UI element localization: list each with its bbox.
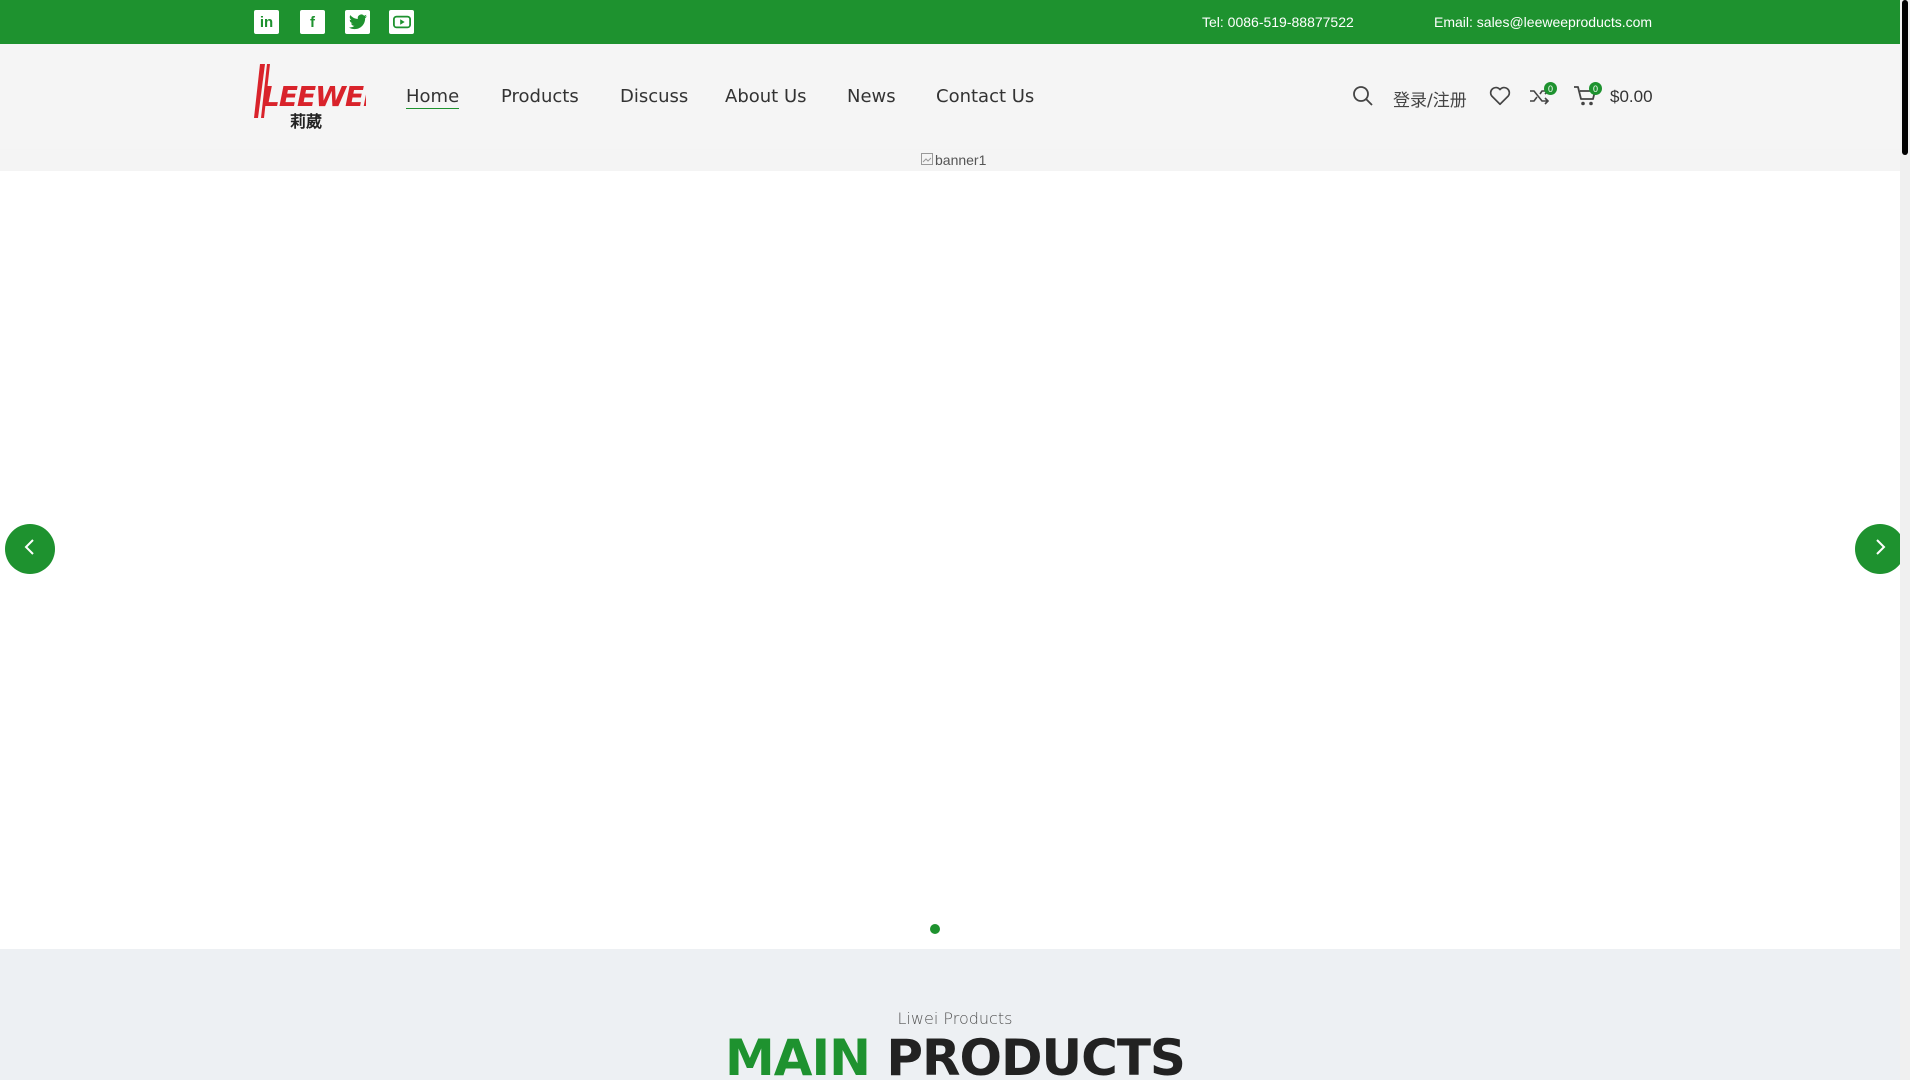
broken-image-icon <box>921 152 933 168</box>
nav-products[interactable]: Products <box>501 86 579 107</box>
chevron-right-icon <box>1873 537 1887 562</box>
header: LEEWEE 莉葳 Home Products Discuss About Us… <box>0 44 1910 149</box>
section-subtitle: Liwei Products <box>897 1009 1013 1028</box>
logo-cn-text: 莉葳 <box>290 112 322 130</box>
cart-total[interactable]: $0.00 <box>1610 87 1653 107</box>
section-title-green: MAIN <box>725 1029 871 1080</box>
tel-text: Tel: 0086-519-88877522 <box>1202 14 1354 30</box>
page: in f Tel: 0086-519-88877522 Email: sales… <box>0 0 1910 1080</box>
site-logo[interactable]: LEEWEE 莉葳 <box>254 64 383 131</box>
banner-slider <box>0 171 1910 949</box>
page-scrollbar[interactable] <box>1900 0 1910 1080</box>
banner-alt-text: banner1 <box>935 152 987 168</box>
logo-text: LEEWEE <box>262 80 366 113</box>
nav-home[interactable]: Home <box>406 86 460 109</box>
slider-prev-button[interactable] <box>5 524 55 574</box>
search-icon[interactable] <box>1352 85 1374 112</box>
nav-about-us[interactable]: About Us <box>725 86 807 107</box>
slider-next-button[interactable] <box>1855 524 1905 574</box>
slider-dot-1[interactable] <box>930 924 940 934</box>
cart-count-badge: 0 <box>1589 82 1602 95</box>
twitter-icon[interactable] <box>345 10 370 34</box>
email-text[interactable]: Email: sales@leeweeproducts.com <box>1434 14 1652 30</box>
login-register-link[interactable]: 登录/注册 <box>1393 86 1467 111</box>
linkedin-icon[interactable]: in <box>254 10 279 34</box>
top-bar: in f Tel: 0086-519-88877522 Email: sales… <box>0 0 1910 44</box>
chevron-left-icon <box>23 537 37 562</box>
scrollbar-thumb[interactable] <box>1902 0 1908 155</box>
compare-count-badge: 0 <box>1544 82 1557 95</box>
facebook-icon[interactable]: f <box>300 10 325 34</box>
wishlist-heart-icon[interactable] <box>1489 85 1511 112</box>
section-title-dark: PRODUCTS <box>886 1029 1186 1080</box>
banner-image-broken: banner1 <box>921 152 986 168</box>
nav-discuss[interactable]: Discuss <box>620 86 688 107</box>
nav-contact-us[interactable]: Contact Us <box>936 86 1034 107</box>
nav-news[interactable]: News <box>847 86 896 107</box>
section-title: MAIN PRODUCTS <box>0 1028 1910 1080</box>
youtube-icon[interactable] <box>389 10 414 34</box>
